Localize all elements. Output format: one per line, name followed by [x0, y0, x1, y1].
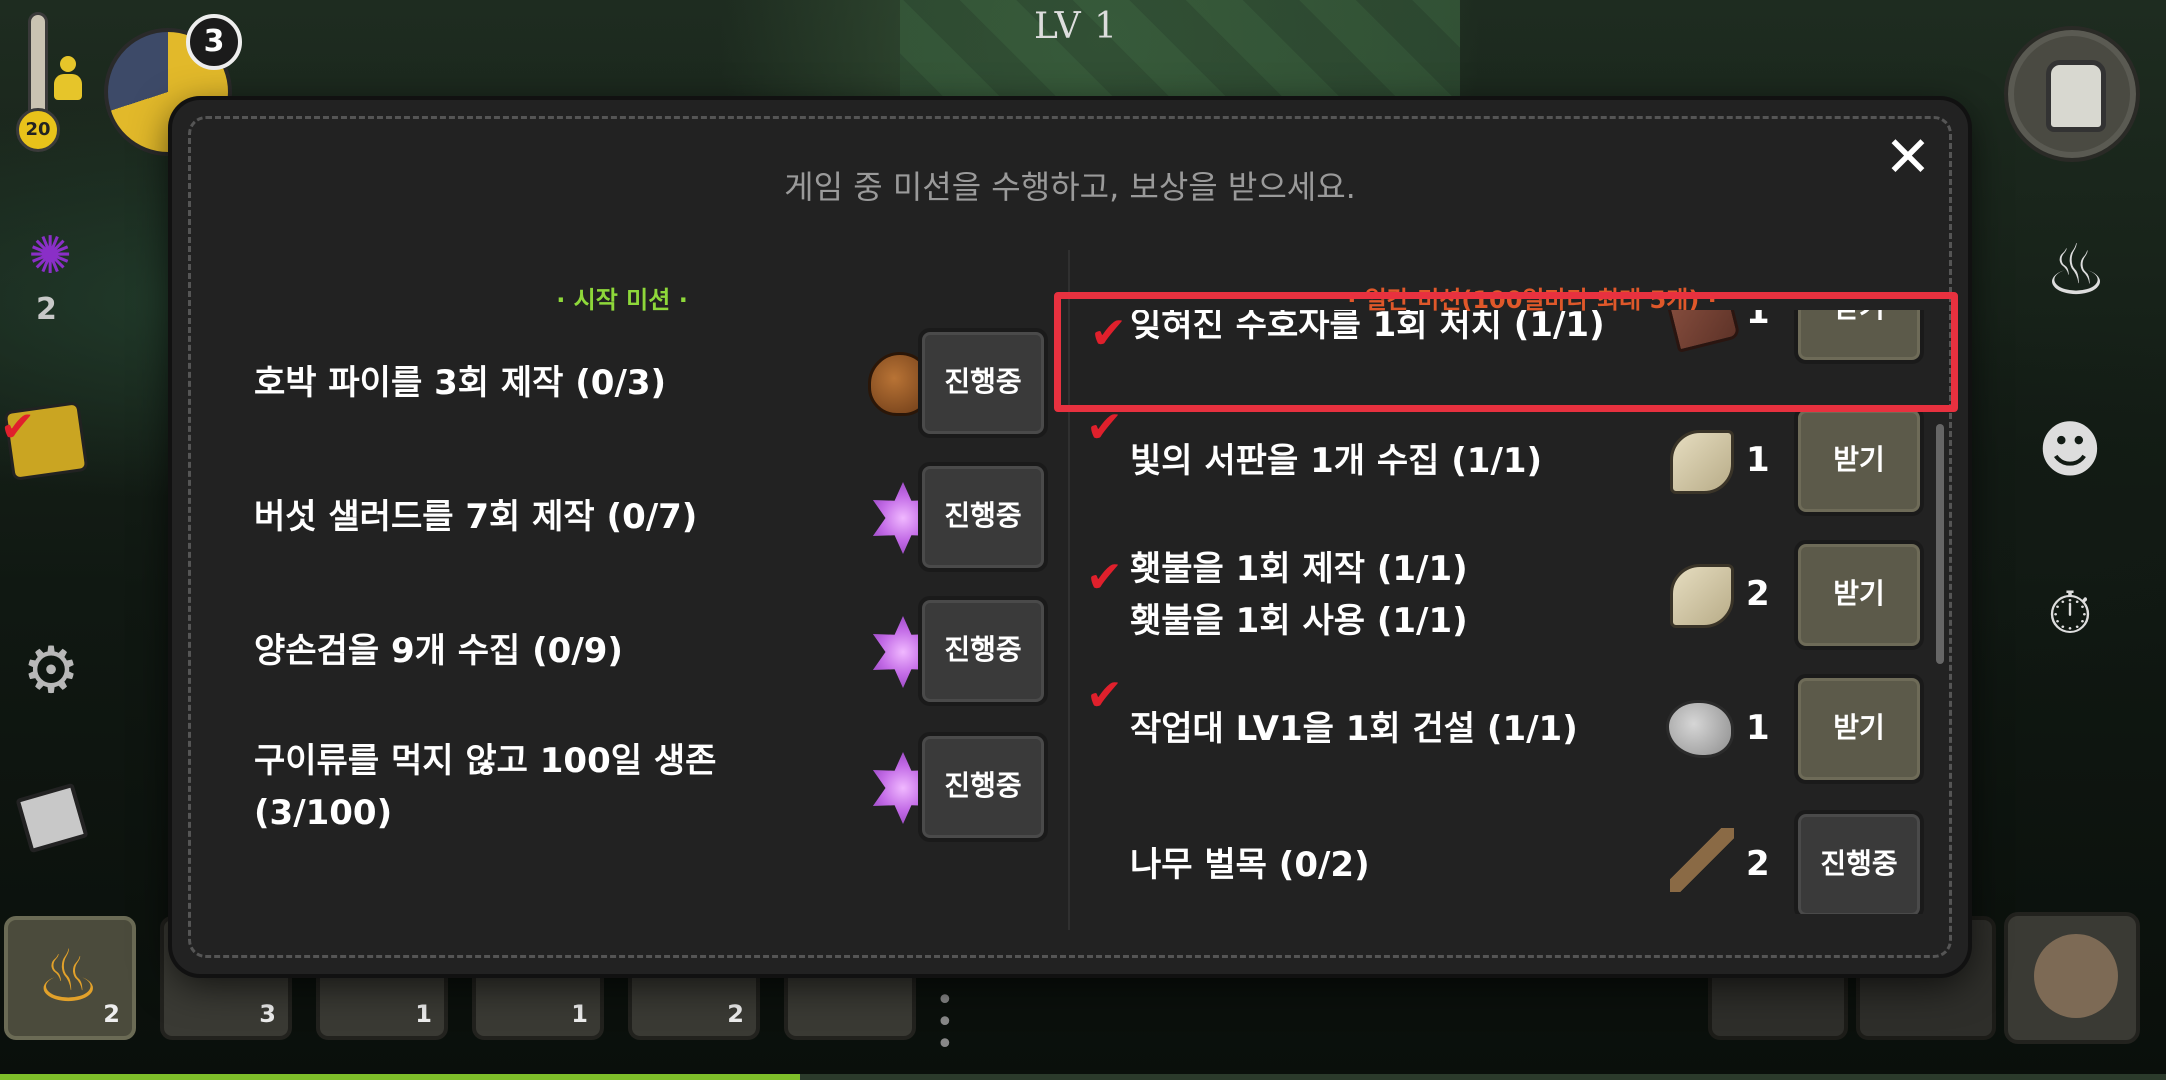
stopwatch-icon[interactable]: ⏱	[2038, 578, 2102, 648]
stone-icon	[1666, 700, 1734, 758]
mission-name-line: 횃불을 1회 사용 (1/1)	[1130, 601, 1468, 641]
sanity-icon: ✺	[28, 226, 72, 286]
start-mission-item: 호박 파이를 3회 제작 (0/3) 1 진행중	[254, 328, 1054, 438]
thermometer-tube	[28, 12, 48, 122]
dialog-subtitle: 게임 중 미션을 수행하고, 보상을 받으세요.	[784, 168, 1356, 206]
hotbar-more-icon[interactable]: • • •	[936, 986, 954, 1060]
claim-button[interactable]: 받기	[1794, 406, 1924, 516]
reward-count: 1	[1746, 440, 1770, 480]
start-mission-item: 버섯 샐러드를 7회 제작 (0/7) 8 진행중	[254, 462, 1054, 572]
attack-button[interactable]	[2004, 912, 2140, 1044]
fire-icon: ♨	[36, 934, 101, 1018]
slot-count: 2	[103, 1000, 120, 1028]
backpack-button[interactable]	[2004, 26, 2140, 162]
mission-name: 호박 파이를 3회 제작 (0/3)	[254, 363, 667, 403]
start-mission-item: 구이류를 먹지 않고 100일 생존 (3/100) 20 진행중	[254, 732, 1054, 842]
mission-name: 버섯 샐러드를 7회 제작 (0/7)	[254, 497, 698, 537]
hotbar-slot-fire[interactable]: ♨ 2	[4, 916, 136, 1040]
campfire-icon[interactable]: ♨	[2036, 230, 2116, 310]
in-progress-button[interactable]: 진행중	[918, 732, 1048, 842]
mission-name-line: 횃불을 1회 제작 (1/1)	[1130, 549, 1468, 589]
temperature-value: 20	[16, 108, 60, 152]
progress-bar-track	[800, 1074, 2166, 1080]
mission-name: 빛의 서판을 1개 수집 (1/1)	[1130, 441, 1543, 481]
reward-count: 2	[1746, 574, 1770, 614]
in-progress-button[interactable]: 진행중	[918, 462, 1048, 572]
mission-name: 나무 벌목 (0/2)	[1130, 845, 1370, 885]
day-counter: 3	[186, 14, 242, 70]
highlight-box	[1054, 292, 1958, 412]
slot-count: 3	[259, 1000, 276, 1028]
daily-list-scrollbar[interactable]	[1936, 424, 1944, 664]
scroll-icon	[1670, 564, 1734, 628]
reward-count: 1	[1746, 708, 1770, 748]
start-missions-title: · 시작 미션 ·	[556, 286, 688, 314]
player-status-icon	[50, 56, 84, 102]
branch-icon	[1670, 828, 1734, 892]
daily-mission-item: ✔ 횃불을 1회 제작 (1/1) 횃불을 1회 사용 (1/1) 2 받기	[1082, 540, 1962, 650]
start-mission-item: 양손검을 9개 수집 (0/9) 20 진행중	[254, 596, 1054, 706]
scroll-icon	[1670, 430, 1734, 494]
mission-name: 구이류를 먹지 않고 100일 생존 (3/100)	[254, 741, 717, 833]
reward-count: 2	[1746, 844, 1770, 884]
backpack-icon	[2046, 60, 2106, 132]
sanity-count: 2	[36, 292, 57, 327]
fist-icon	[2034, 934, 2118, 1018]
slot-count: 1	[571, 1000, 588, 1028]
quest-check-icon: ✔	[0, 402, 36, 451]
check-icon: ✔	[1086, 552, 1123, 603]
progress-bar-fill	[0, 1074, 800, 1080]
mission-name: 양손검을 9개 수집 (0/9)	[254, 631, 623, 671]
claim-button[interactable]: 받기	[1794, 540, 1924, 650]
mission-dialog: ✕ 게임 중 미션을 수행하고, 보상을 받으세요. · 시작 미션 · · 일…	[172, 100, 1968, 974]
slot-count: 2	[727, 1000, 744, 1028]
emote-icon[interactable]: ☻	[2030, 410, 2110, 490]
in-progress-button[interactable]: 진행중	[918, 328, 1048, 438]
in-progress-button[interactable]: 진행중	[918, 596, 1048, 706]
ground-tiles	[900, 0, 1460, 110]
check-icon: ✔	[1086, 670, 1123, 721]
player-level: LV 1	[1034, 6, 1118, 47]
in-progress-button[interactable]: 진행중	[1794, 810, 1924, 914]
daily-mission-item: ✔ 작업대 LV1을 1회 건설 (1/1) 1 받기	[1082, 674, 1962, 784]
daily-mission-item: ✔ 빛의 서판을 1개 수집 (1/1) 1 받기	[1082, 406, 1962, 516]
mission-name: 횃불을 1회 제작 (1/1) 횃불을 1회 사용 (1/1)	[1130, 540, 1468, 650]
daily-mission-item: 나무 벌목 (0/2) 2 진행중	[1082, 810, 1962, 914]
settings-gear-icon[interactable]: ⚙	[18, 638, 84, 704]
claim-button[interactable]: 받기	[1794, 674, 1924, 784]
mission-name: 작업대 LV1을 1회 건설 (1/1)	[1130, 709, 1578, 749]
check-icon: ✔	[1086, 402, 1123, 453]
slot-count: 1	[415, 1000, 432, 1028]
